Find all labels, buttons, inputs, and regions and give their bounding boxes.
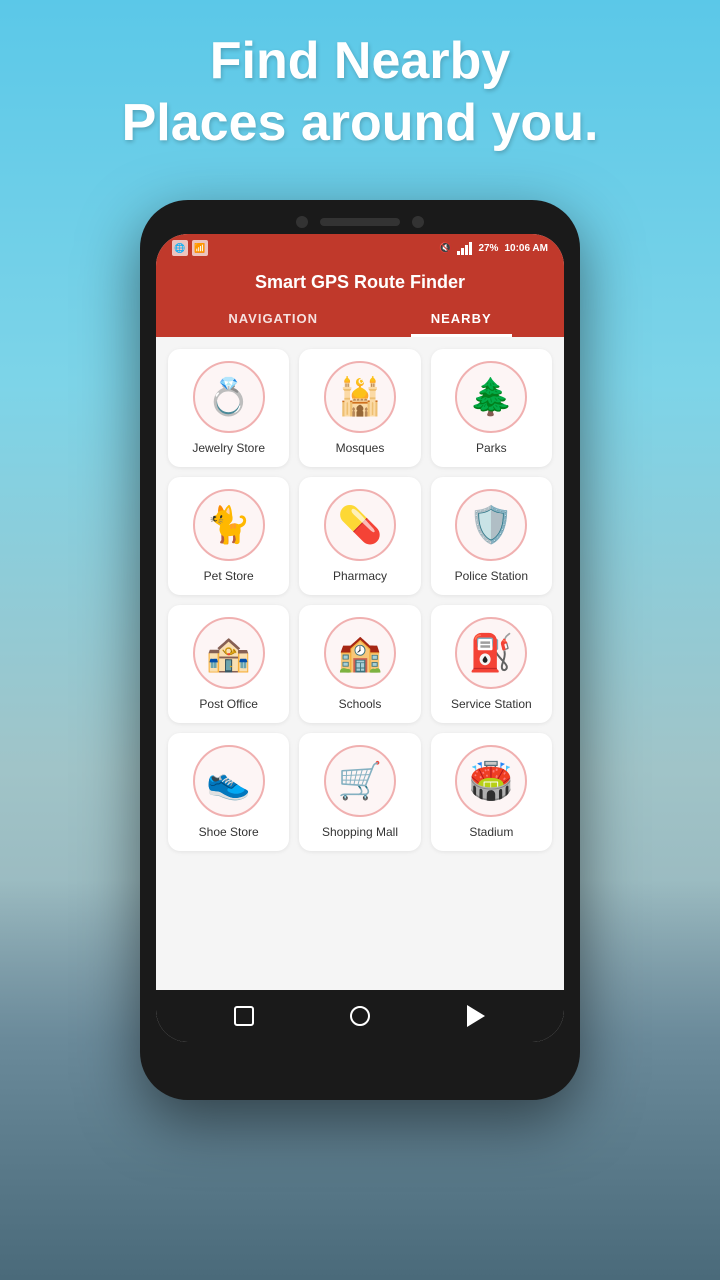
grid-item-shoe-store[interactable]: 👟 Shoe Store bbox=[168, 733, 289, 851]
app-tabs: NAVIGATION NEARBY bbox=[172, 303, 548, 337]
gps-icon: 🌐 bbox=[172, 240, 188, 256]
recent-button[interactable] bbox=[462, 1002, 490, 1030]
label-schools: Schools bbox=[339, 697, 382, 711]
grid-item-post-office[interactable]: 🏤 Post Office bbox=[168, 605, 289, 723]
bar4 bbox=[469, 242, 472, 255]
grid-item-service-station[interactable]: ⛽ Service Station bbox=[431, 605, 552, 723]
label-post-office: Post Office bbox=[199, 697, 257, 711]
camera-dot bbox=[296, 216, 308, 228]
icon-shopping-mall: 🛒 bbox=[324, 745, 396, 817]
home-circle-icon bbox=[350, 1006, 370, 1026]
bar3 bbox=[465, 245, 468, 255]
label-shoe-store: Shoe Store bbox=[199, 825, 259, 839]
hero-heading: Find Nearby Places around you. bbox=[0, 30, 720, 155]
signal-bars bbox=[457, 242, 472, 255]
label-parks: Parks bbox=[476, 441, 507, 455]
battery-level: 27% bbox=[478, 243, 498, 254]
label-pet-store: Pet Store bbox=[204, 569, 254, 583]
grid-item-pet-store[interactable]: 🐈 Pet Store bbox=[168, 477, 289, 595]
status-bar: 🌐 📶 🔇 27% 10:06 AM bbox=[156, 234, 564, 262]
status-right: 🔇 27% 10:06 AM bbox=[439, 242, 548, 255]
home-button[interactable] bbox=[346, 1002, 374, 1030]
grid-item-parks[interactable]: 🌲 Parks bbox=[431, 349, 552, 467]
grid-content: 💍 Jewelry Store 🕌 Mosques 🌲 Parks 🐈 Pet Store 💊 P… bbox=[156, 337, 564, 990]
grid-item-schools[interactable]: 🏫 Schools bbox=[299, 605, 420, 723]
grid-item-shopping-mall[interactable]: 🛒 Shopping Mall bbox=[299, 733, 420, 851]
tab-navigation[interactable]: NAVIGATION bbox=[208, 303, 338, 337]
recent-triangle-icon bbox=[467, 1005, 485, 1027]
mute-icon: 🔇 bbox=[439, 243, 451, 254]
icon-pet-store: 🐈 bbox=[193, 489, 265, 561]
label-mosques: Mosques bbox=[336, 441, 385, 455]
phone-mockup: 🌐 📶 🔇 27% 10:06 AM Smart G bbox=[140, 200, 580, 1100]
label-stadium: Stadium bbox=[469, 825, 513, 839]
phone-top-bar bbox=[156, 216, 564, 228]
icon-pharmacy: 💊 bbox=[324, 489, 396, 561]
icon-schools: 🏫 bbox=[324, 617, 396, 689]
grid-item-police-station[interactable]: 🛡️ Police Station bbox=[431, 477, 552, 595]
grid-item-jewelry-store[interactable]: 💍 Jewelry Store bbox=[168, 349, 289, 467]
grid-item-mosques[interactable]: 🕌 Mosques bbox=[299, 349, 420, 467]
hero-line1: Find Nearby bbox=[0, 30, 720, 92]
bar2 bbox=[461, 248, 464, 255]
back-button[interactable] bbox=[230, 1002, 258, 1030]
status-left: 🌐 📶 bbox=[172, 240, 208, 256]
icon-service-station: ⛽ bbox=[455, 617, 527, 689]
bottom-nav bbox=[156, 990, 564, 1042]
bar1 bbox=[457, 251, 460, 255]
label-service-station: Service Station bbox=[451, 697, 532, 711]
places-grid: 💍 Jewelry Store 🕌 Mosques 🌲 Parks 🐈 Pet Store 💊 P… bbox=[168, 349, 552, 851]
app-header: Smart GPS Route Finder NAVIGATION NEARBY bbox=[156, 262, 564, 337]
label-shopping-mall: Shopping Mall bbox=[322, 825, 398, 839]
grid-item-stadium[interactable]: 🏟️ Stadium bbox=[431, 733, 552, 851]
app-title: Smart GPS Route Finder bbox=[172, 272, 548, 293]
tab-nearby[interactable]: NEARBY bbox=[411, 303, 512, 337]
grid-item-pharmacy[interactable]: 💊 Pharmacy bbox=[299, 477, 420, 595]
speaker-bar bbox=[320, 218, 400, 226]
icon-mosques: 🕌 bbox=[324, 361, 396, 433]
label-police-station: Police Station bbox=[455, 569, 528, 583]
camera-dot2 bbox=[412, 216, 424, 228]
time-display: 10:06 AM bbox=[504, 243, 548, 254]
phone-body: 🌐 📶 🔇 27% 10:06 AM Smart G bbox=[140, 200, 580, 1100]
phone-screen: 🌐 📶 🔇 27% 10:06 AM Smart G bbox=[156, 234, 564, 1042]
back-square-icon bbox=[234, 1006, 254, 1026]
icon-shoe-store: 👟 bbox=[193, 745, 265, 817]
hero-line2: Places around you. bbox=[0, 92, 720, 154]
icon-post-office: 🏤 bbox=[193, 617, 265, 689]
icon-police-station: 🛡️ bbox=[455, 489, 527, 561]
icon-parks: 🌲 bbox=[455, 361, 527, 433]
icon-stadium: 🏟️ bbox=[455, 745, 527, 817]
sim-icon: 📶 bbox=[192, 240, 208, 256]
label-jewelry-store: Jewelry Store bbox=[192, 441, 265, 455]
label-pharmacy: Pharmacy bbox=[333, 569, 387, 583]
icon-jewelry-store: 💍 bbox=[193, 361, 265, 433]
